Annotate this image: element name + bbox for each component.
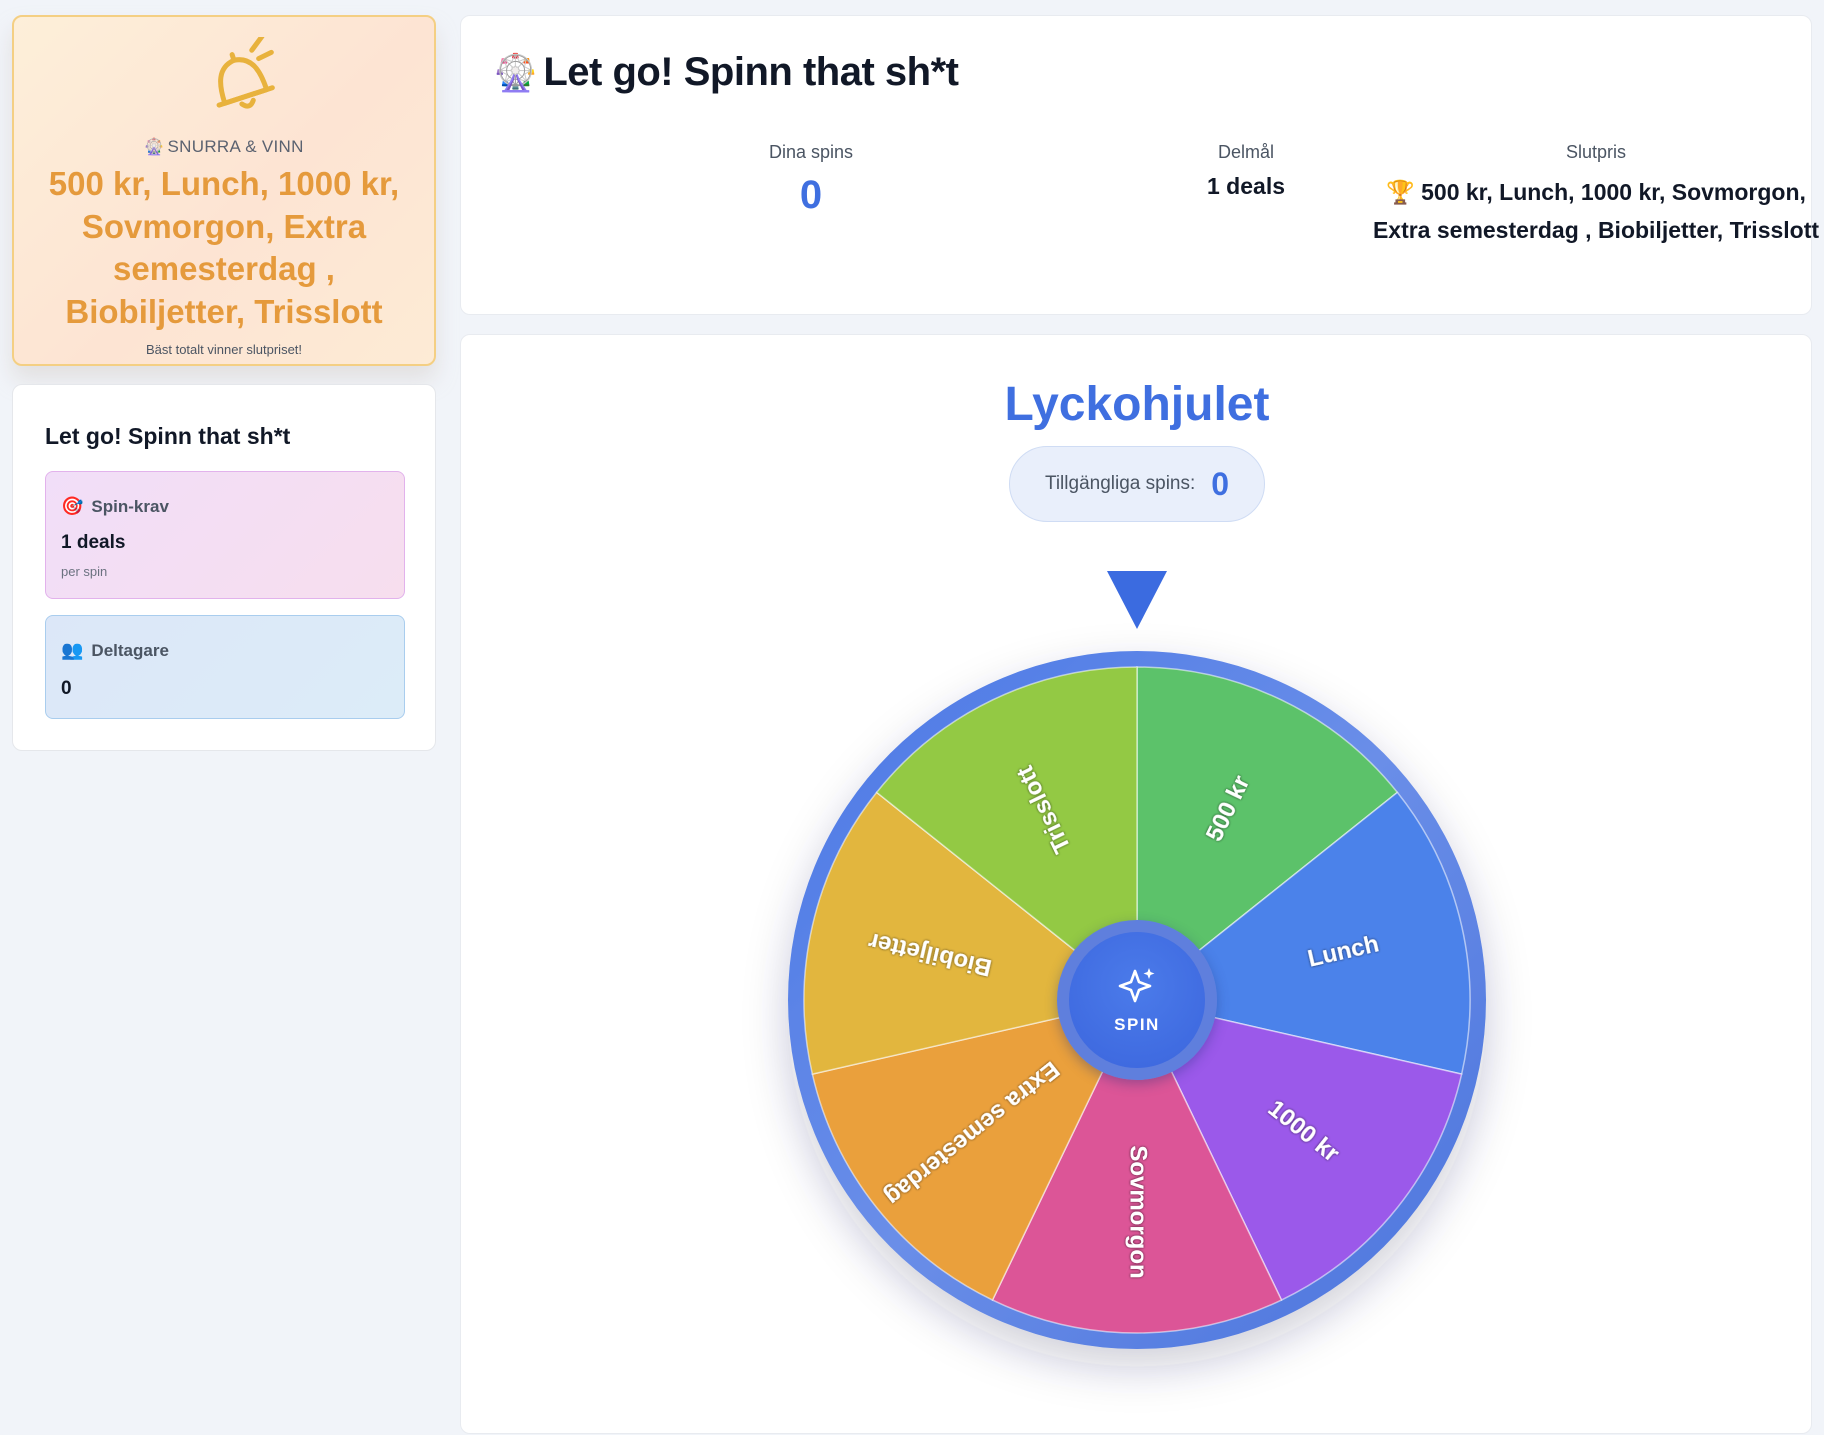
page-title: 🎡 Let go! Spinn that sh*t: [493, 50, 959, 94]
ferris-wheel-icon: 🎡: [144, 139, 165, 156]
prize-banner: 🎡 SNURRA & VINN 500 kr, Lunch, 1000 kr, S…: [12, 15, 436, 366]
milestone-value: 1 deals: [1207, 173, 1285, 199]
promo-subtitle: 🎡 SNURRA & VINN: [144, 137, 304, 156]
wheel-pointer-icon: [1107, 571, 1167, 629]
spin-requirement-note: per spin: [61, 564, 108, 579]
competition-title: Let go! Spinn that sh*t: [45, 423, 291, 449]
spin-requirement-value: 1 deals: [61, 532, 126, 553]
target-icon: 🎯: [61, 496, 84, 516]
promo-footer: Bäst totalt vinner slutpriset!: [145, 342, 303, 357]
wheel-segment-label: Sovmorgon: [1125, 1145, 1152, 1278]
participants-value: 0: [61, 678, 72, 699]
fortune-wheel: 500 krLunch1000 krSovmorgonExtra semeste…: [788, 571, 1486, 1349]
promo-prizes: 500 kr, Lunch, 1000 kr, Sovmorgon, Extra…: [48, 165, 400, 330]
sparkle-icon: [1118, 968, 1155, 1003]
people-icon: 👥: [61, 640, 84, 660]
trophy-icon: 🏆: [1386, 179, 1415, 205]
bell-icon: [216, 37, 275, 109]
competition-info-card: Let go! Spinn that sh*t 🎯 Spin-krav 1 dea…: [12, 384, 436, 751]
participants-label: Deltagare: [91, 641, 169, 660]
your-spins-value: 0: [799, 173, 823, 217]
spin-requirement-box: 🎯 Spin-krav 1 deals per spin: [45, 471, 405, 599]
participants-box: 👥 Deltagare 0: [45, 615, 405, 719]
spin-button-label: SPIN: [1114, 1015, 1160, 1034]
spin-requirement-label: Spin-krav: [91, 497, 169, 516]
your-spins-stat: Dina spins 0: [676, 142, 946, 218]
milestone-stat: Delmål 1 deals: [1111, 142, 1381, 200]
final-prize-stat: Slutpris 🏆 500 kr, Lunch, 1000 kr, Sovmo…: [1361, 142, 1824, 249]
wheel-card: Lyckohjulet Tillgängliga spins: 0 500 kr…: [460, 334, 1812, 1434]
competition-header-card: 🎡 Let go! Spinn that sh*t Dina spins 0 De…: [460, 15, 1819, 315]
final-prize-value: 🏆 500 kr, Lunch, 1000 kr, Sovmorgon, Ext…: [1372, 179, 1820, 243]
spin-button[interactable]: SPIN: [1057, 920, 1217, 1080]
ferris-wheel-icon: 🎡: [493, 52, 538, 93]
